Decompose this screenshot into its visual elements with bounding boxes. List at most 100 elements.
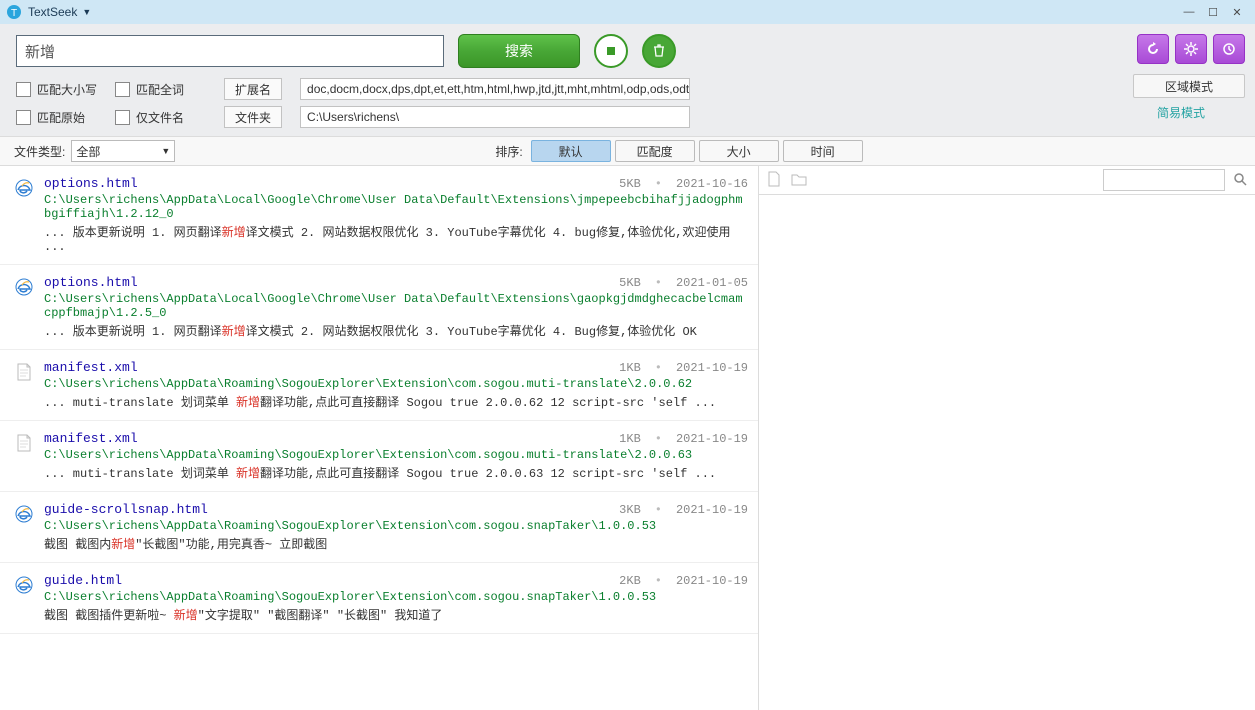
file-type-combo[interactable]: 全部 ▼ xyxy=(71,140,175,162)
history-button[interactable] xyxy=(1213,34,1245,64)
sort-size-button[interactable]: 大小 xyxy=(699,140,779,162)
file-type-label: 文件类型: xyxy=(14,143,65,160)
sort-relevance-button[interactable]: 匹配度 xyxy=(615,140,695,162)
preview-content xyxy=(759,195,1255,710)
gear-icon xyxy=(1183,41,1199,57)
search-input[interactable] xyxy=(16,35,444,67)
result-snippet: ... muti-translate 划词菜单 新增翻译功能,点此可直接翻译 S… xyxy=(44,393,748,410)
extensions-label: 扩展名 xyxy=(224,78,282,100)
dot-separator-icon: • xyxy=(655,361,662,375)
history-icon xyxy=(1221,41,1237,57)
window-close-button[interactable]: ✕ xyxy=(1225,4,1249,20)
highlight: 新增 xyxy=(174,609,198,623)
result-meta: 1KB•2021-10-19 xyxy=(619,432,748,446)
clear-button[interactable] xyxy=(642,34,676,68)
result-snippet: ... muti-translate 划词菜单 新增翻译功能,点此可直接翻译 S… xyxy=(44,464,748,481)
ie-file-icon xyxy=(14,277,34,297)
result-meta: 2KB • 2021-10-19 xyxy=(619,574,748,588)
match-start-checkbox[interactable]: 匹配原始 xyxy=(16,109,85,126)
result-date: 2021-01-05 xyxy=(676,276,748,290)
main-toolbar: 搜索 匹配大小写 匹配全词 扩展名 doc,docm,docx,dps,dpt,… xyxy=(0,24,1255,136)
result-path: C:\Users\richens\AppData\Roaming\SogouEx… xyxy=(44,377,748,391)
refresh-button[interactable] xyxy=(1137,34,1169,64)
preview-search-icon[interactable] xyxy=(1233,172,1247,189)
window-maximize-button[interactable]: ☐ xyxy=(1201,4,1225,20)
result-item[interactable]: manifest.xml1KB•2021-10-19C:\Users\riche… xyxy=(0,350,758,421)
result-meta: 1KB•2021-10-19 xyxy=(619,361,748,375)
result-size: 5KB xyxy=(619,276,641,290)
xml-file-icon xyxy=(14,433,34,453)
result-title[interactable]: options.html xyxy=(44,176,138,191)
result-item[interactable]: guide-scrollsnap.html3KB•2021-10-19C:\Us… xyxy=(0,492,758,563)
preview-toolbar xyxy=(759,166,1255,195)
result-snippet: ... 版本更新说明 1. 网页翻译新增译文模式 2. 网站数据权限优化 3. … xyxy=(44,223,748,254)
simple-mode-link[interactable]: 简易模式 xyxy=(1125,104,1237,121)
sort-default-button[interactable]: 默认 xyxy=(531,140,611,162)
ie-file-icon xyxy=(14,575,34,595)
result-meta: 5KB • 2021-01-05 xyxy=(619,276,748,290)
preview-pane xyxy=(759,166,1255,710)
chevron-down-icon: ▼ xyxy=(161,146,170,156)
match-case-checkbox[interactable]: 匹配大小写 xyxy=(16,81,97,98)
highlight: 新增 xyxy=(222,226,246,240)
result-date: 2021-10-19 xyxy=(676,432,748,446)
result-title[interactable]: manifest.xml xyxy=(44,360,138,375)
app-title: TextSeek xyxy=(28,5,77,19)
result-date: 2021-10-19 xyxy=(676,361,748,375)
title-dropdown-icon[interactable]: ▼ xyxy=(82,7,91,17)
match-whole-checkbox[interactable]: 匹配全词 xyxy=(115,81,184,98)
result-item[interactable]: guide.html2KB•2021-10-19C:\Users\richens… xyxy=(0,563,758,634)
result-size: 2KB xyxy=(619,574,641,588)
result-item[interactable]: options.html 5KB • 2021-01-05 C:\Users\riche… xyxy=(0,265,758,350)
result-item[interactable]: options.html5KB•2021-10-16C:\Users\riche… xyxy=(0,166,758,265)
results-pane[interactable]: options.html5KB•2021-10-16C:\Users\riche… xyxy=(0,166,759,710)
dot-separator-icon: • xyxy=(655,574,662,588)
result-item[interactable]: manifest.xml1KB•2021-10-19C:\Users\riche… xyxy=(0,421,758,492)
result-snippet: 截图 截图内新增"长截图"功能,用完真香~ 立即截图 xyxy=(44,535,748,552)
result-meta: 5KB•2021-10-16 xyxy=(619,177,748,191)
highlight: 新增 xyxy=(111,538,135,552)
result-date: 2021-10-19 xyxy=(676,574,748,588)
result-title[interactable]: options.html xyxy=(44,275,138,290)
right-toolbar: 区域模式 简易模式 xyxy=(1125,34,1245,121)
result-path: C:\Users\richens\AppData\Local\Google\Ch… xyxy=(44,193,748,221)
filename-only-label: 仅文件名 xyxy=(136,109,184,126)
sort-time-button[interactable]: 时间 xyxy=(783,140,863,162)
result-path: C:\Users\richens\AppData\Local\Google\Ch… xyxy=(44,292,748,320)
highlight: 新增 xyxy=(222,325,246,339)
result-size: 3KB xyxy=(619,503,641,517)
region-mode-button[interactable]: 区域模式 xyxy=(1133,74,1245,98)
result-title[interactable]: manifest.xml xyxy=(44,431,138,446)
result-size: 5KB xyxy=(619,177,641,191)
dot-separator-icon: • xyxy=(655,276,662,290)
result-snippet: 截图 截图插件更新啦~ 新增"文字提取" "截图翻译" "长截图" 我知道了 xyxy=(44,606,748,623)
window-minimize-button[interactable]: — xyxy=(1177,4,1201,20)
folder-value[interactable]: C:\Users\richens\ xyxy=(300,106,690,128)
extensions-value[interactable]: doc,docm,docx,dps,dpt,et,ett,htm,html,hw… xyxy=(300,78,690,100)
dot-separator-icon: • xyxy=(655,177,662,191)
search-options: 匹配大小写 匹配全词 扩展名 doc,docm,docx,dps,dpt,et,… xyxy=(16,78,1239,128)
xml-file-icon xyxy=(14,362,34,382)
result-title[interactable]: guide.html xyxy=(44,573,122,588)
result-date: 2021-10-19 xyxy=(676,503,748,517)
highlight: 新增 xyxy=(236,467,260,481)
settings-button[interactable] xyxy=(1175,34,1207,64)
result-snippet: ... 版本更新说明 1. 网页翻译新增译文模式 2. 网站数据权限优化 3. … xyxy=(44,322,748,339)
ie-file-icon xyxy=(14,178,34,198)
result-meta: 3KB • 2021-10-19 xyxy=(619,503,748,517)
filename-only-checkbox[interactable]: 仅文件名 xyxy=(115,109,184,126)
stop-button[interactable] xyxy=(594,34,628,68)
trash-icon xyxy=(652,44,666,58)
app-logo-icon: T xyxy=(6,4,22,20)
dot-separator-icon: • xyxy=(655,432,662,446)
result-path: C:\Users\richens\AppData\Roaming\SogouEx… xyxy=(44,448,748,462)
preview-folder-icon[interactable] xyxy=(791,172,807,189)
sort-label: 排序: xyxy=(495,143,522,160)
preview-doc-icon[interactable] xyxy=(767,171,781,190)
dot-separator-icon: • xyxy=(655,503,662,517)
match-whole-label: 匹配全词 xyxy=(136,81,184,98)
search-button[interactable]: 搜索 xyxy=(458,34,580,68)
result-title[interactable]: guide-scrollsnap.html xyxy=(44,502,208,517)
preview-search-input[interactable] xyxy=(1103,169,1225,191)
folder-label: 文件夹 xyxy=(224,106,282,128)
